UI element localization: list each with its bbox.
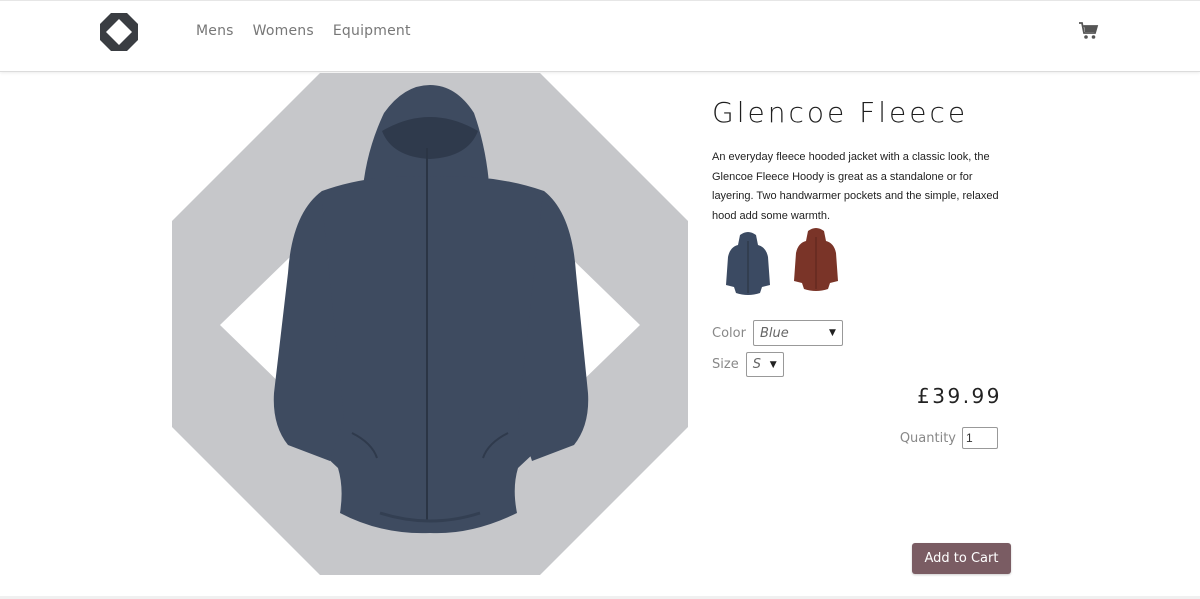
nav-link-equipment[interactable]: Equipment (333, 23, 411, 39)
product-hero-image (172, 73, 688, 575)
shopping-cart-icon[interactable] (1079, 22, 1099, 40)
product-details: Glencoe Fleece An everyday fleece hooded… (712, 96, 1012, 449)
color-option-row: Color Blue ▼ (712, 320, 843, 346)
nav-link-mens[interactable]: Mens (196, 23, 234, 39)
top-navbar: Mens Womens Equipment (0, 0, 1200, 72)
octagon-logo-icon[interactable] (100, 13, 138, 51)
product-image-graphic (172, 73, 688, 575)
add-to-cart-button[interactable]: Add to Cart (912, 543, 1011, 574)
quantity-input[interactable] (962, 427, 998, 449)
nav-link-womens[interactable]: Womens (253, 23, 314, 39)
chevron-down-icon: ▼ (829, 328, 836, 338)
blue-jacket-thumbnail[interactable] (722, 227, 774, 299)
quantity-label: Quantity (899, 430, 956, 446)
color-select[interactable]: Blue ▼ (752, 320, 843, 346)
chevron-down-icon: ▼ (769, 359, 777, 370)
color-label: Color (712, 325, 746, 341)
product-title: Glencoe Fleece (712, 96, 969, 129)
size-label: Size (712, 357, 739, 372)
color-select-value: Blue (759, 325, 789, 341)
red-jacket-thumbnail[interactable] (790, 223, 842, 295)
size-option-row: Size S ▼ (712, 352, 784, 377)
product-price: £39.99 (917, 384, 1002, 408)
quantity-row: Quantity (712, 427, 998, 449)
main-nav: Mens Womens Equipment (196, 23, 411, 39)
product-description: An everyday fleece hooded jacket with a … (712, 151, 999, 222)
size-select[interactable]: S ▼ (745, 352, 784, 377)
size-select-value: S (752, 357, 761, 372)
